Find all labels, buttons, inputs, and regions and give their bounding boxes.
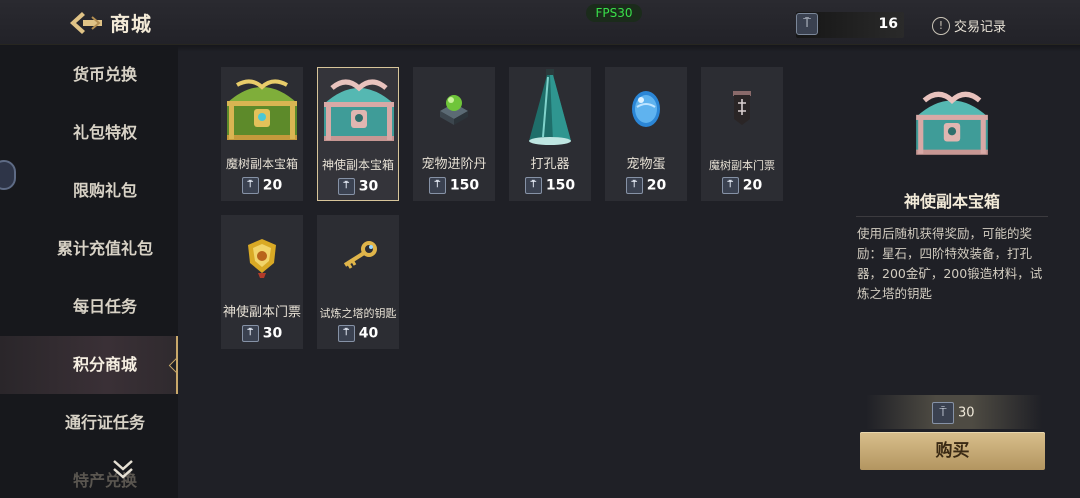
- info-icon: !: [932, 16, 950, 35]
- currency-amount: 16: [878, 16, 898, 32]
- item-price: ⍑ 30: [221, 325, 303, 342]
- sidebar-item-pass-tasks[interactable]: 通行证任务: [0, 394, 178, 452]
- shop-item-grid: 魔树副本宝箱 ⍑ 20 神使副本宝箱 ⍑ 30 宠物进阶丹 ⍑ 150 打孔器 …: [221, 67, 821, 367]
- item-name: 魔树副本门票: [709, 159, 775, 172]
- item-price: ⍑ 150: [509, 177, 591, 194]
- golden-key-icon: [317, 215, 399, 297]
- item-name: 神使副本宝箱: [321, 158, 394, 172]
- sidebar-item-label: 礼包特权: [72, 123, 137, 142]
- sidebar-item-label: 限购礼包: [72, 181, 137, 200]
- tower-token-icon: ⍑: [721, 177, 739, 194]
- transaction-record-button[interactable]: ! 交易记录: [932, 15, 1006, 37]
- item-price: ⍑ 40: [317, 325, 399, 342]
- transaction-record-label: 交易记录: [954, 20, 1007, 35]
- gold-shield-ticket-icon: [221, 215, 303, 297]
- sidebar-item-label: 每日任务: [72, 297, 137, 316]
- sidebar-item-label: 累计充值礼包: [56, 239, 153, 258]
- item-price: ⍑ 150: [413, 177, 495, 194]
- page-title: 商城: [110, 12, 152, 36]
- green-gold-chest-icon: [221, 67, 303, 149]
- detail-item-description: 使用后随机获得奖励，可能的奖励：星石，四阶特效装备，打孔器，200金矿，200锻…: [857, 226, 1043, 301]
- tower-token-icon: ⍑: [524, 177, 542, 194]
- shop-item-card[interactable]: 宠物蛋 ⍑ 20: [605, 67, 687, 201]
- item-name: 魔树副本宝箱: [225, 157, 298, 171]
- item-name: 宠物进阶丹: [421, 157, 487, 172]
- shop-item-card[interactable]: 神使副本门票 ⍑ 30: [221, 215, 303, 349]
- green-orb-on-pedestal-icon: [413, 67, 495, 149]
- tower-token-icon: ⍑: [796, 13, 818, 35]
- item-price: ⍑ 20: [701, 177, 783, 194]
- top-bar: 商城 FPS30 ⍑ 16 ! 交易记录: [0, 0, 1080, 52]
- item-name: 打孔器: [530, 157, 570, 172]
- shop-item-card[interactable]: 打孔器 ⍑ 150: [509, 67, 591, 201]
- purchase-cost: ⍑ 30: [932, 402, 975, 424]
- sidebar-item-currency-exchange[interactable]: 货币兑换: [0, 46, 178, 104]
- item-price: ⍑ 20: [605, 177, 687, 194]
- shop-item-card[interactable]: 魔树副本宝箱 ⍑ 20: [221, 67, 303, 201]
- currency-balance: ⍑ 16: [796, 12, 904, 38]
- blue-egg-icon: [605, 67, 687, 149]
- tower-token-icon: ⍑: [625, 177, 643, 194]
- sidebar-item-limited-gift[interactable]: 限购礼包: [0, 162, 178, 220]
- item-price: ⍑ 20: [221, 177, 303, 194]
- tower-token-icon: ⍑: [241, 177, 259, 194]
- sidebar-item-specialty-exchange[interactable]: 特产兑换: [0, 452, 178, 498]
- sidebar-item-gift-privilege[interactable]: 礼包特权: [0, 104, 178, 162]
- tower-token-icon: ⍑: [337, 178, 355, 195]
- shop-item-card[interactable]: 试炼之塔的钥匙 ⍑ 40: [317, 215, 399, 349]
- category-sidebar: 货币兑换 礼包特权 限购礼包 累计充值礼包 每日任务 积分商城 通行证任务 特产…: [0, 46, 178, 498]
- tower-token-icon: ⍑: [428, 177, 446, 194]
- pink-teal-chest-icon: [910, 80, 994, 164]
- shop-item-card[interactable]: 宠物进阶丹 ⍑ 150: [413, 67, 495, 201]
- sidebar-item-daily-tasks[interactable]: 每日任务: [0, 278, 178, 336]
- tower-token-icon: ⍑: [337, 325, 355, 342]
- purchase-cost-amount: 30: [958, 405, 975, 421]
- fps-counter: FPS30: [586, 4, 642, 22]
- item-name: 宠物蛋: [626, 157, 666, 172]
- dark-banner-ticket-icon: [701, 67, 783, 149]
- sidebar-item-label: 货币兑换: [72, 65, 137, 84]
- tower-token-icon: ⍑: [241, 325, 259, 342]
- pink-teal-chest-icon: [318, 68, 400, 150]
- tower-token-icon: ⍑: [932, 402, 954, 424]
- item-name: 神使副本门票: [222, 305, 301, 320]
- sidebar-item-label: 通行证任务: [64, 413, 145, 432]
- shop-item-card[interactable]: 魔树副本门票 ⍑ 20: [701, 67, 783, 201]
- cone-drill-icon: [509, 67, 591, 149]
- item-price: ⍑ 30: [318, 178, 398, 195]
- sidebar-item-points-shop[interactable]: 积分商城: [0, 336, 178, 394]
- buy-button[interactable]: 购买: [860, 432, 1045, 470]
- active-marker-icon: [168, 357, 178, 374]
- sidebar-item-label: 积分商城: [72, 355, 137, 374]
- back-arrow-icon[interactable]: [66, 9, 106, 37]
- item-name: 试炼之塔的钥匙: [319, 307, 397, 320]
- shop-item-card-selected[interactable]: 神使副本宝箱 ⍑ 30: [317, 67, 399, 201]
- detail-item-title: 神使副本宝箱: [903, 192, 1000, 211]
- detail-divider: [856, 216, 1048, 217]
- scroll-down-icon[interactable]: [110, 458, 136, 480]
- sidebar-item-recharge-gift[interactable]: 累计充值礼包: [0, 220, 178, 278]
